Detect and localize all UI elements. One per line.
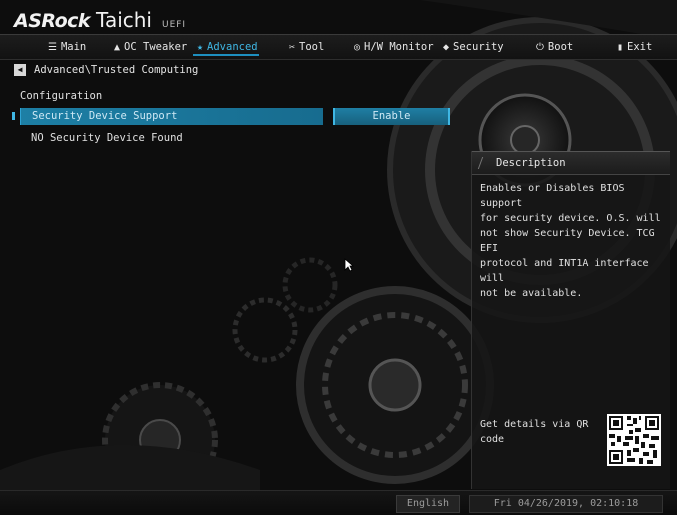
tab-label: OC Tweaker bbox=[124, 41, 188, 53]
security-device-status: NO Security Device Found bbox=[31, 132, 183, 144]
tools-icon: ✂ bbox=[289, 41, 296, 53]
option-label: Security Device Support bbox=[32, 110, 178, 122]
option-security-device-support[interactable]: Security Device Support bbox=[20, 108, 323, 125]
breadcrumb-path: Advanced\Trusted Computing bbox=[34, 64, 199, 76]
mouse-cursor-icon bbox=[344, 258, 354, 272]
tab-label: Boot bbox=[547, 41, 574, 53]
status-bar: English Fri 04/26/2019, 02:10:18 bbox=[0, 490, 677, 515]
tab-advanced[interactable]: ★ Advanced bbox=[197, 39, 258, 55]
tab-label: Advanced bbox=[207, 41, 258, 53]
menu-bar: ☰ Main ▲ OC Tweaker ★ Advanced ✂ Tool ◎ … bbox=[0, 34, 677, 60]
brand-uefi: UEFI bbox=[161, 20, 187, 30]
option-value-dropdown[interactable]: Enable bbox=[333, 108, 450, 125]
rocket-icon: ▲ bbox=[114, 41, 121, 53]
option-value: Enable bbox=[372, 110, 411, 122]
tab-hw-monitor[interactable]: ◎ H/W Monitor bbox=[354, 39, 434, 55]
description-panel: Description Enables or Disables BIOS sup… bbox=[471, 151, 670, 489]
brand-logo: ASRock Taichi UEFI bbox=[14, 8, 186, 34]
tab-boot[interactable]: ⏻ Boot bbox=[536, 39, 573, 55]
tab-security[interactable]: ◆ Security bbox=[443, 39, 504, 55]
tab-oc-tweaker[interactable]: ▲ OC Tweaker bbox=[114, 39, 187, 55]
section-title: Configuration bbox=[20, 90, 103, 102]
monitor-icon: ◎ bbox=[354, 41, 361, 53]
qr-code-icon bbox=[607, 414, 661, 466]
qr-label: Get details via QR code bbox=[480, 419, 589, 445]
tab-main[interactable]: ☰ Main bbox=[48, 39, 86, 55]
tab-label: Exit bbox=[627, 41, 653, 53]
description-text: Enables or Disables BIOS support for sec… bbox=[480, 183, 661, 299]
active-tab-underline bbox=[193, 54, 259, 56]
language-selector[interactable]: English bbox=[396, 495, 460, 513]
list-icon: ☰ bbox=[48, 41, 57, 53]
tab-label: H/W Monitor bbox=[364, 41, 434, 53]
breadcrumb: ◀ Advanced\Trusted Computing bbox=[14, 63, 198, 77]
selection-pointer-icon bbox=[12, 112, 15, 120]
power-icon: ⏻ bbox=[536, 41, 544, 53]
tab-tool[interactable]: ✂ Tool bbox=[289, 39, 324, 55]
star-icon: ★ bbox=[197, 41, 204, 53]
description-title: Description bbox=[496, 157, 566, 169]
shield-icon: ◆ bbox=[443, 41, 450, 53]
brand-name: ASRock bbox=[14, 10, 91, 32]
brand-model: Taichi bbox=[96, 8, 152, 32]
tab-label: Security bbox=[453, 41, 504, 53]
exit-icon: ▮ bbox=[617, 41, 624, 53]
date-time: Fri 04/26/2019, 02:10:18 bbox=[469, 495, 663, 513]
header-tab-icon bbox=[477, 157, 492, 169]
tab-exit[interactable]: ▮ Exit bbox=[617, 39, 652, 55]
description-header: Description bbox=[472, 151, 670, 175]
back-arrow-icon[interactable]: ◀ bbox=[14, 64, 26, 76]
tab-label: Tool bbox=[299, 41, 325, 53]
tab-label: Main bbox=[60, 41, 87, 53]
